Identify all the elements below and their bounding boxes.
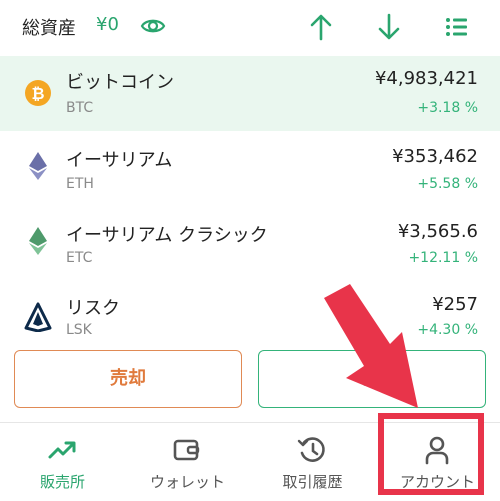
total-assets-value: ¥0 xyxy=(96,14,119,35)
coin-row-etc[interactable]: イーサリアム クラシック ETC ¥3,565.6 +12.11 % xyxy=(0,209,500,284)
coin-change: +5.58 % xyxy=(417,176,478,192)
coin-price: ¥353,462 xyxy=(392,146,478,167)
coin-price: ¥3,565.6 xyxy=(397,221,478,242)
sell-button[interactable]: 売却 xyxy=(14,350,242,408)
coin-symbol: BTC xyxy=(66,100,94,116)
svg-text:₿: ₿ xyxy=(31,84,44,103)
coin-name: リスク xyxy=(66,298,120,319)
total-assets-label: 総資産 xyxy=(22,18,76,39)
list-menu-icon[interactable] xyxy=(444,13,470,41)
coin-change: +3.18 % xyxy=(417,100,478,116)
bitcoin-icon: ₿ xyxy=(25,80,51,106)
nav-item-wallet[interactable]: ウォレット xyxy=(125,423,250,501)
coin-change: +12.11 % xyxy=(408,250,478,266)
coin-name: イーサリアム クラシック xyxy=(66,225,268,246)
coin-symbol: ETC xyxy=(66,250,93,266)
withdraw-down-arrow-icon[interactable] xyxy=(376,13,402,41)
nav-item-sales[interactable]: 販売所 xyxy=(0,423,125,501)
eye-icon[interactable] xyxy=(140,15,166,37)
nav-label: 販売所 xyxy=(39,473,85,491)
coin-name: イーサリアム xyxy=(66,150,173,171)
trend-chart-icon xyxy=(48,441,76,459)
annotation-highlight-box xyxy=(378,413,484,495)
header: 総資産 ¥0 xyxy=(0,0,500,56)
nav-label: ウォレット xyxy=(149,473,225,491)
nav-label: 取引履歴 xyxy=(282,473,343,491)
wallet-icon xyxy=(173,439,200,461)
coin-name: ビットコイン xyxy=(66,72,174,93)
lisk-icon xyxy=(24,302,52,332)
coin-row-eth[interactable]: イーサリアム ETH ¥353,462 +5.58 % xyxy=(0,134,500,209)
coin-symbol: LSK xyxy=(66,322,92,338)
coin-price: ¥257 xyxy=(432,294,478,315)
ethereum-icon xyxy=(29,152,47,180)
history-clock-icon xyxy=(297,437,325,462)
annotation-arrow-icon xyxy=(324,284,418,408)
deposit-up-arrow-icon[interactable] xyxy=(308,13,334,41)
nav-item-history[interactable]: 取引履歴 xyxy=(250,423,375,501)
coin-price: ¥4,983,421 xyxy=(374,68,478,89)
coin-symbol: ETH xyxy=(66,176,94,192)
ethereum-classic-icon xyxy=(29,227,47,255)
coin-row-btc[interactable]: ₿ ビットコイン BTC ¥4,983,421 +3.18 % xyxy=(0,56,500,131)
